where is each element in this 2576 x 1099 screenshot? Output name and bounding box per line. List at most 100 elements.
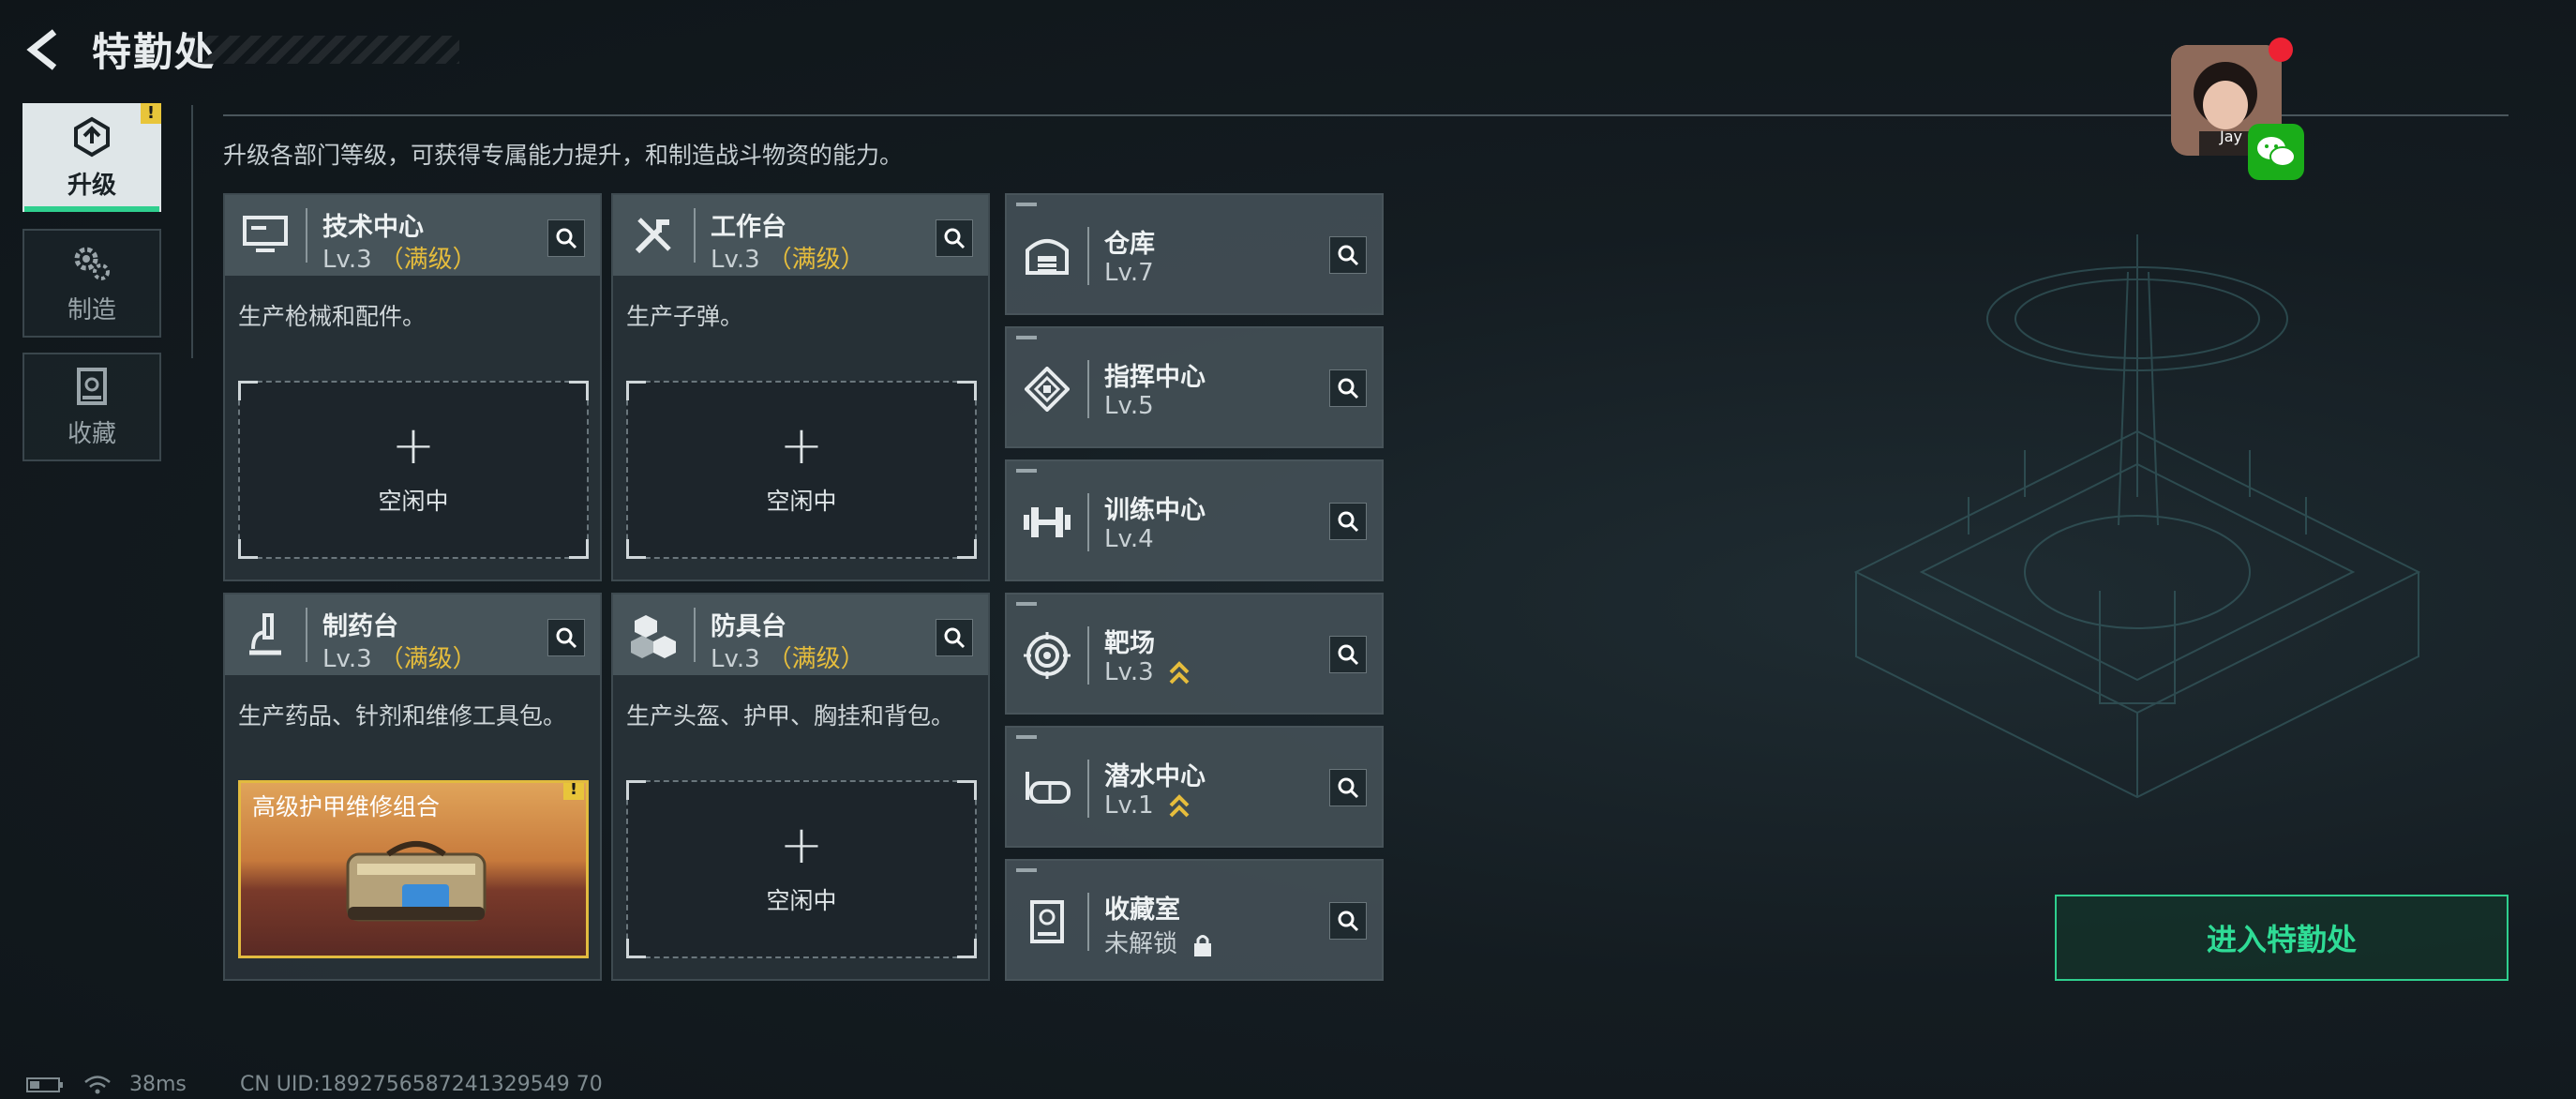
room-name: 训练中心 — [1104, 496, 1206, 525]
production-slot[interactable]: + 空闲中 — [626, 381, 977, 559]
nav-tab-collection[interactable]: 收藏 — [22, 353, 161, 461]
back-button[interactable] — [22, 26, 69, 73]
status-bar: 38ms — [26, 1073, 187, 1096]
battery-icon — [26, 1077, 63, 1092]
repair-kit-image — [346, 841, 487, 922]
warning-badge: ! — [141, 103, 161, 124]
target-icon — [1016, 625, 1078, 686]
room-card-dive-center[interactable]: 潜水中心 Lv.1 — [1005, 726, 1384, 848]
title-decoration — [187, 36, 459, 64]
facility-card-armor-bench[interactable]: 防具台 Lv.3 （满级） 生产头盔、护甲、胸挂和背包。 + 空闲中 — [611, 593, 990, 981]
card-header: 工作台 Lv.3 （满级） — [613, 195, 988, 276]
facility-level: Lv.3 （满级） — [322, 246, 477, 274]
room-level: Lv.4 — [1104, 525, 1154, 553]
ping-value: 38ms — [129, 1073, 187, 1096]
dive-mask-icon — [1016, 758, 1078, 820]
nav-tab-upgrade[interactable]: 升级 ! — [22, 103, 161, 212]
upgrade-icon — [74, 116, 110, 157]
microscope-icon — [234, 604, 296, 666]
facility-description: 生产药品、针剂和维修工具包。 — [238, 702, 567, 730]
tools-icon — [622, 204, 684, 266]
slot-status: 空闲中 — [378, 488, 449, 515]
room-level: Lv.3 — [1104, 658, 1190, 687]
production-slot[interactable]: + 空闲中 — [626, 780, 977, 958]
command-icon — [1016, 358, 1078, 420]
dumbbell-icon — [1016, 491, 1078, 553]
room-name: 潜水中心 — [1104, 762, 1206, 791]
upgrade-available-icon — [1169, 660, 1190, 684]
slot-status: 空闲中 — [766, 488, 837, 515]
warehouse-icon — [1016, 225, 1078, 287]
facility-name: 技术中心 — [322, 213, 424, 242]
room-name: 收藏室 — [1104, 896, 1180, 925]
wifi-icon — [84, 1076, 111, 1094]
inspect-button[interactable] — [547, 619, 585, 656]
facility-name: 防具台 — [711, 612, 786, 641]
inspect-button[interactable] — [1329, 902, 1367, 940]
room-card-training-center[interactable]: 训练中心 Lv.4 — [1005, 459, 1384, 581]
nav-divider — [191, 105, 193, 358]
search-icon — [1338, 511, 1359, 533]
facility-level: Lv.3 （满级） — [711, 645, 865, 673]
production-item[interactable]: 高级护甲维修组合 ! — [238, 780, 589, 958]
production-slot[interactable]: + 空闲中 — [238, 381, 589, 559]
room-name: 仓库 — [1104, 230, 1155, 259]
upgrade-available-icon — [1169, 793, 1190, 817]
wechat-icon[interactable] — [2248, 124, 2304, 180]
room-level: Lv.5 — [1104, 392, 1154, 420]
room-card-command-center[interactable]: 指挥中心 Lv.5 — [1005, 326, 1384, 448]
facility-card-pharmacy[interactable]: 制药台 Lv.3 （满级） 生产药品、针剂和维修工具包。 高级护甲维修组合 ! — [223, 593, 602, 981]
page-title: 特勤处 — [92, 29, 217, 75]
plus-icon: + — [391, 415, 436, 476]
active-indicator — [24, 206, 159, 212]
plus-icon: + — [779, 815, 824, 876]
search-icon — [944, 627, 966, 649]
inspect-button[interactable] — [1329, 236, 1367, 274]
nav-tab-label: 制造 — [67, 295, 116, 324]
enter-special-ops-button[interactable]: 进入特勤处 — [2055, 895, 2509, 981]
room-card-collection-room[interactable]: 收藏室 未解锁 — [1005, 859, 1384, 981]
room-level: Lv.7 — [1104, 259, 1154, 287]
nav-tab-label: 收藏 — [67, 419, 116, 448]
nav-tab-craft[interactable]: 制造 — [22, 229, 161, 338]
cubes-icon — [622, 604, 684, 666]
room-card-warehouse[interactable]: 仓库 Lv.7 — [1005, 193, 1384, 315]
item-name: 高级护甲维修组合 — [252, 793, 441, 820]
lock-icon — [1194, 934, 1212, 956]
plus-icon: + — [779, 415, 824, 476]
inspect-button[interactable] — [1329, 369, 1367, 407]
room-card-shooting-range[interactable]: 靶场 Lv.3 — [1005, 593, 1384, 715]
slot-status: 空闲中 — [766, 887, 837, 914]
base-wireframe-illustration — [1853, 234, 2421, 799]
search-icon — [556, 228, 577, 249]
page-description: 升级各部门等级，可获得专属能力提升，和制造战斗物资的能力。 — [223, 142, 904, 169]
inspect-button[interactable] — [1329, 636, 1367, 673]
inspect-button[interactable] — [1329, 503, 1367, 540]
facility-card-tech-center[interactable]: 技术中心 Lv.3 （满级） 生产枪械和配件。 + 空闲中 — [223, 193, 602, 581]
gears-icon — [74, 247, 110, 280]
inspect-button[interactable] — [1329, 769, 1367, 806]
facility-name: 工作台 — [711, 213, 786, 242]
warning-badge: ! — [563, 783, 584, 800]
inspect-button[interactable] — [547, 219, 585, 257]
search-icon — [1338, 644, 1359, 666]
card-header: 技术中心 Lv.3 （满级） — [225, 195, 600, 276]
facility-card-workbench[interactable]: 工作台 Lv.3 （满级） 生产子弹。 + 空闲中 — [611, 193, 990, 581]
facility-name: 制药台 — [322, 612, 398, 641]
separator — [694, 608, 696, 662]
room-level: 未解锁 — [1104, 925, 1213, 959]
collection-icon — [77, 367, 107, 405]
search-icon — [1338, 777, 1359, 799]
search-icon — [1338, 911, 1359, 932]
inspect-button[interactable] — [936, 219, 973, 257]
nav-tab-label: 升级 — [67, 171, 116, 200]
separator — [694, 208, 696, 263]
search-icon — [556, 627, 577, 649]
inspect-button[interactable] — [936, 619, 973, 656]
monitor-icon — [234, 204, 296, 266]
uid-text: CN UID:1892756587241329549 70 — [240, 1073, 603, 1096]
search-icon — [944, 228, 966, 249]
collection-icon — [1016, 891, 1078, 953]
facility-description: 生产枪械和配件。 — [238, 303, 427, 330]
back-arrow-icon — [26, 29, 57, 70]
